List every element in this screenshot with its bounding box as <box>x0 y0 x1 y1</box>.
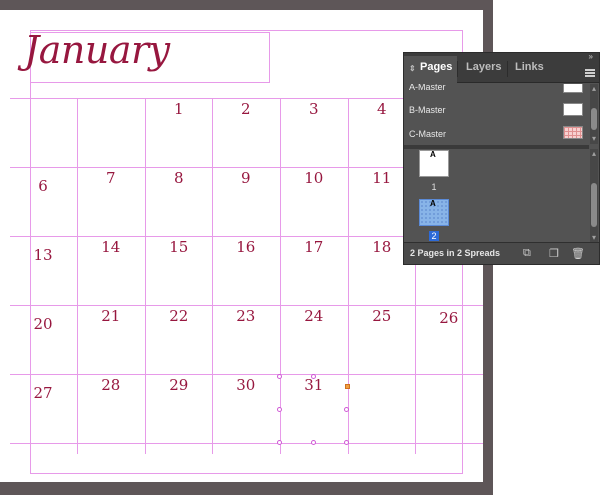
day-cell-29[interactable]: 29 <box>164 376 194 394</box>
day-cell-18[interactable]: 18 <box>367 238 397 256</box>
selection-handle[interactable] <box>311 374 316 379</box>
collapse-icon[interactable]: » <box>589 52 593 61</box>
master-item-b[interactable]: B-Master <box>409 105 446 115</box>
pages-panel: ⇕ Pages Layers Links » A-Master B-Master… <box>403 52 600 265</box>
month-title[interactable]: January <box>24 28 170 72</box>
grid-column-line <box>348 98 349 454</box>
master-thumb-a[interactable] <box>563 84 583 93</box>
panel-footer: 2 Pages in 2 Spreads ⧉ ❐ 🗑 <box>404 242 599 264</box>
panel-menu-icon[interactable] <box>585 69 595 78</box>
selection-handle[interactable] <box>311 440 316 445</box>
day-cell-23[interactable]: 23 <box>231 307 261 325</box>
master-thumb-c[interactable] <box>563 126 583 139</box>
day-cell-21[interactable]: 21 <box>96 307 126 325</box>
day-cell-30[interactable]: 30 <box>231 376 261 394</box>
new-page-icon[interactable]: ❐ <box>549 247 559 260</box>
selection-handle[interactable] <box>277 374 282 379</box>
master-prefix: A <box>430 199 436 208</box>
master-prefix: A <box>430 150 436 159</box>
up-down-arrows-icon[interactable]: ⇕ <box>409 64 416 73</box>
day-cell-24[interactable]: 24 <box>299 307 329 325</box>
master-item-c[interactable]: C-Master <box>409 129 446 139</box>
day-cell-8[interactable]: 8 <box>164 169 194 187</box>
selection-handle[interactable] <box>277 440 282 445</box>
grid-column-line <box>280 98 281 454</box>
day-cell-11[interactable]: 11 <box>367 169 397 187</box>
day-cell-13[interactable]: 13 <box>28 246 58 264</box>
day-cell-14[interactable]: 14 <box>96 238 126 256</box>
day-cell-10[interactable]: 10 <box>299 169 329 187</box>
day-cell-6[interactable]: 6 <box>28 177 58 195</box>
pasteboard-top <box>0 0 493 10</box>
master-list: A-Master B-Master C-Master <box>404 84 589 144</box>
master-thumb-b[interactable] <box>563 103 583 116</box>
day-cell-2[interactable]: 2 <box>231 100 261 118</box>
grid-row-line <box>10 374 483 375</box>
grid-column-line <box>77 98 78 454</box>
page-number-1: 1 <box>431 182 437 192</box>
day-cell-3[interactable]: 3 <box>299 100 329 118</box>
day-cell-20[interactable]: 20 <box>28 315 58 333</box>
tab-layers[interactable]: Layers <box>466 61 501 73</box>
selection-handle[interactable] <box>344 407 349 412</box>
grid-column-line <box>145 98 146 454</box>
grid-column-line <box>212 98 213 454</box>
day-cell-26[interactable]: 26 <box>434 309 464 327</box>
master-scrollbar[interactable]: ▴ ▾ <box>590 84 598 144</box>
page-thumb-1[interactable]: A <box>419 150 449 177</box>
day-cell-16[interactable]: 16 <box>231 238 261 256</box>
scroll-down-icon[interactable]: ▾ <box>590 233 598 242</box>
page-count-status: 2 Pages in 2 Spreads <box>410 248 501 258</box>
page-size-icon[interactable]: ⧉ <box>523 247 531 260</box>
day-cell-7[interactable]: 7 <box>96 169 126 187</box>
grid-row-line <box>10 443 483 444</box>
tab-separator <box>457 61 458 77</box>
pages-scrollbar[interactable]: ▴ ▾ <box>590 149 598 243</box>
scroll-up-icon[interactable]: ▴ <box>590 149 598 158</box>
scroll-down-icon[interactable]: ▾ <box>590 134 598 143</box>
day-cell-15[interactable]: 15 <box>164 238 194 256</box>
selection-handle[interactable] <box>345 384 350 389</box>
day-cell-9[interactable]: 9 <box>231 169 261 187</box>
day-cell-4[interactable]: 4 <box>367 100 397 118</box>
day-cell-25[interactable]: 25 <box>367 307 397 325</box>
day-cell-22[interactable]: 22 <box>164 307 194 325</box>
grid-row-line <box>10 305 483 306</box>
master-item-a[interactable]: A-Master <box>409 84 446 92</box>
trash-icon[interactable]: 🗑 <box>571 247 585 260</box>
day-cell-1[interactable]: 1 <box>164 100 194 118</box>
panel-divider[interactable] <box>404 145 589 149</box>
page-thumb-2[interactable]: A <box>419 199 449 226</box>
tab-pages[interactable]: Pages <box>420 61 452 73</box>
master-scroll-thumb[interactable] <box>591 108 597 130</box>
page-number-2: 2 <box>429 231 439 241</box>
tab-separator <box>507 61 508 77</box>
selection-handle[interactable] <box>277 407 282 412</box>
selection-handle[interactable] <box>344 440 349 445</box>
scroll-up-icon[interactable]: ▴ <box>590 84 598 93</box>
tab-links[interactable]: Links <box>515 61 544 73</box>
day-cell-27[interactable]: 27 <box>28 384 58 402</box>
day-cell-17[interactable]: 17 <box>299 238 329 256</box>
panel-tab-bar: ⇕ Pages Layers Links » <box>404 52 599 83</box>
day-cell-28[interactable]: 28 <box>96 376 126 394</box>
pages-scroll-thumb[interactable] <box>591 183 597 227</box>
pasteboard-bottom <box>0 482 493 495</box>
